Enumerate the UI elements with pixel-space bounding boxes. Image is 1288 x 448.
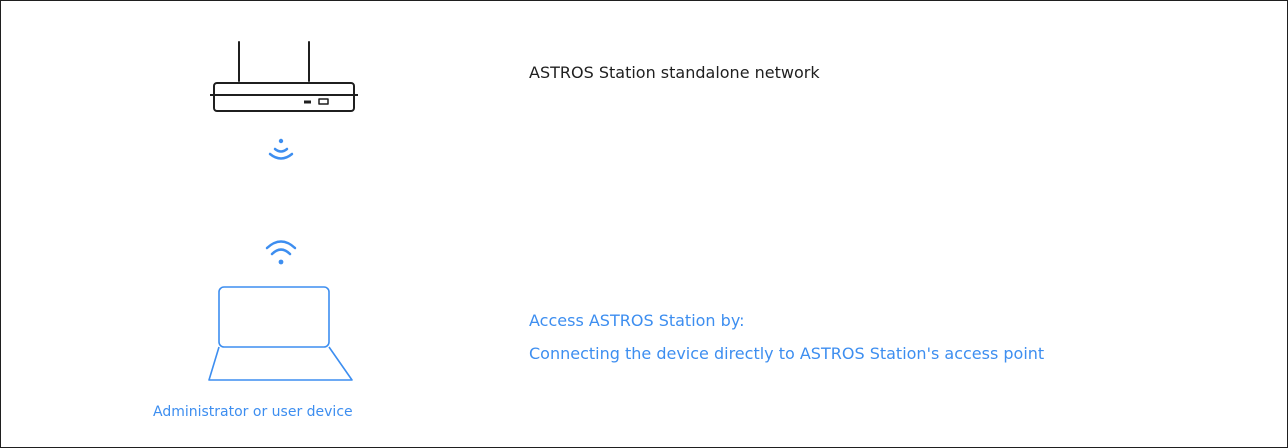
router-shape	[210, 41, 358, 112]
access-heading: Access ASTROS Station by:	[529, 311, 745, 330]
device-caption: Administrator or user device	[153, 404, 353, 420]
laptop-icon	[208, 286, 353, 381]
router-port	[318, 98, 329, 105]
diagram-frame: ASTROS Station standalone network Access…	[0, 0, 1288, 448]
broadcast-waves-icon	[268, 138, 294, 160]
access-method: Connecting the device directly to ASTROS…	[529, 344, 1045, 363]
laptop-screen	[218, 286, 330, 348]
network-title: ASTROS Station standalone network	[529, 63, 820, 82]
laptop-base	[208, 346, 353, 381]
router-icon	[210, 41, 358, 112]
wifi-icon	[265, 240, 297, 265]
router-body	[213, 82, 355, 112]
